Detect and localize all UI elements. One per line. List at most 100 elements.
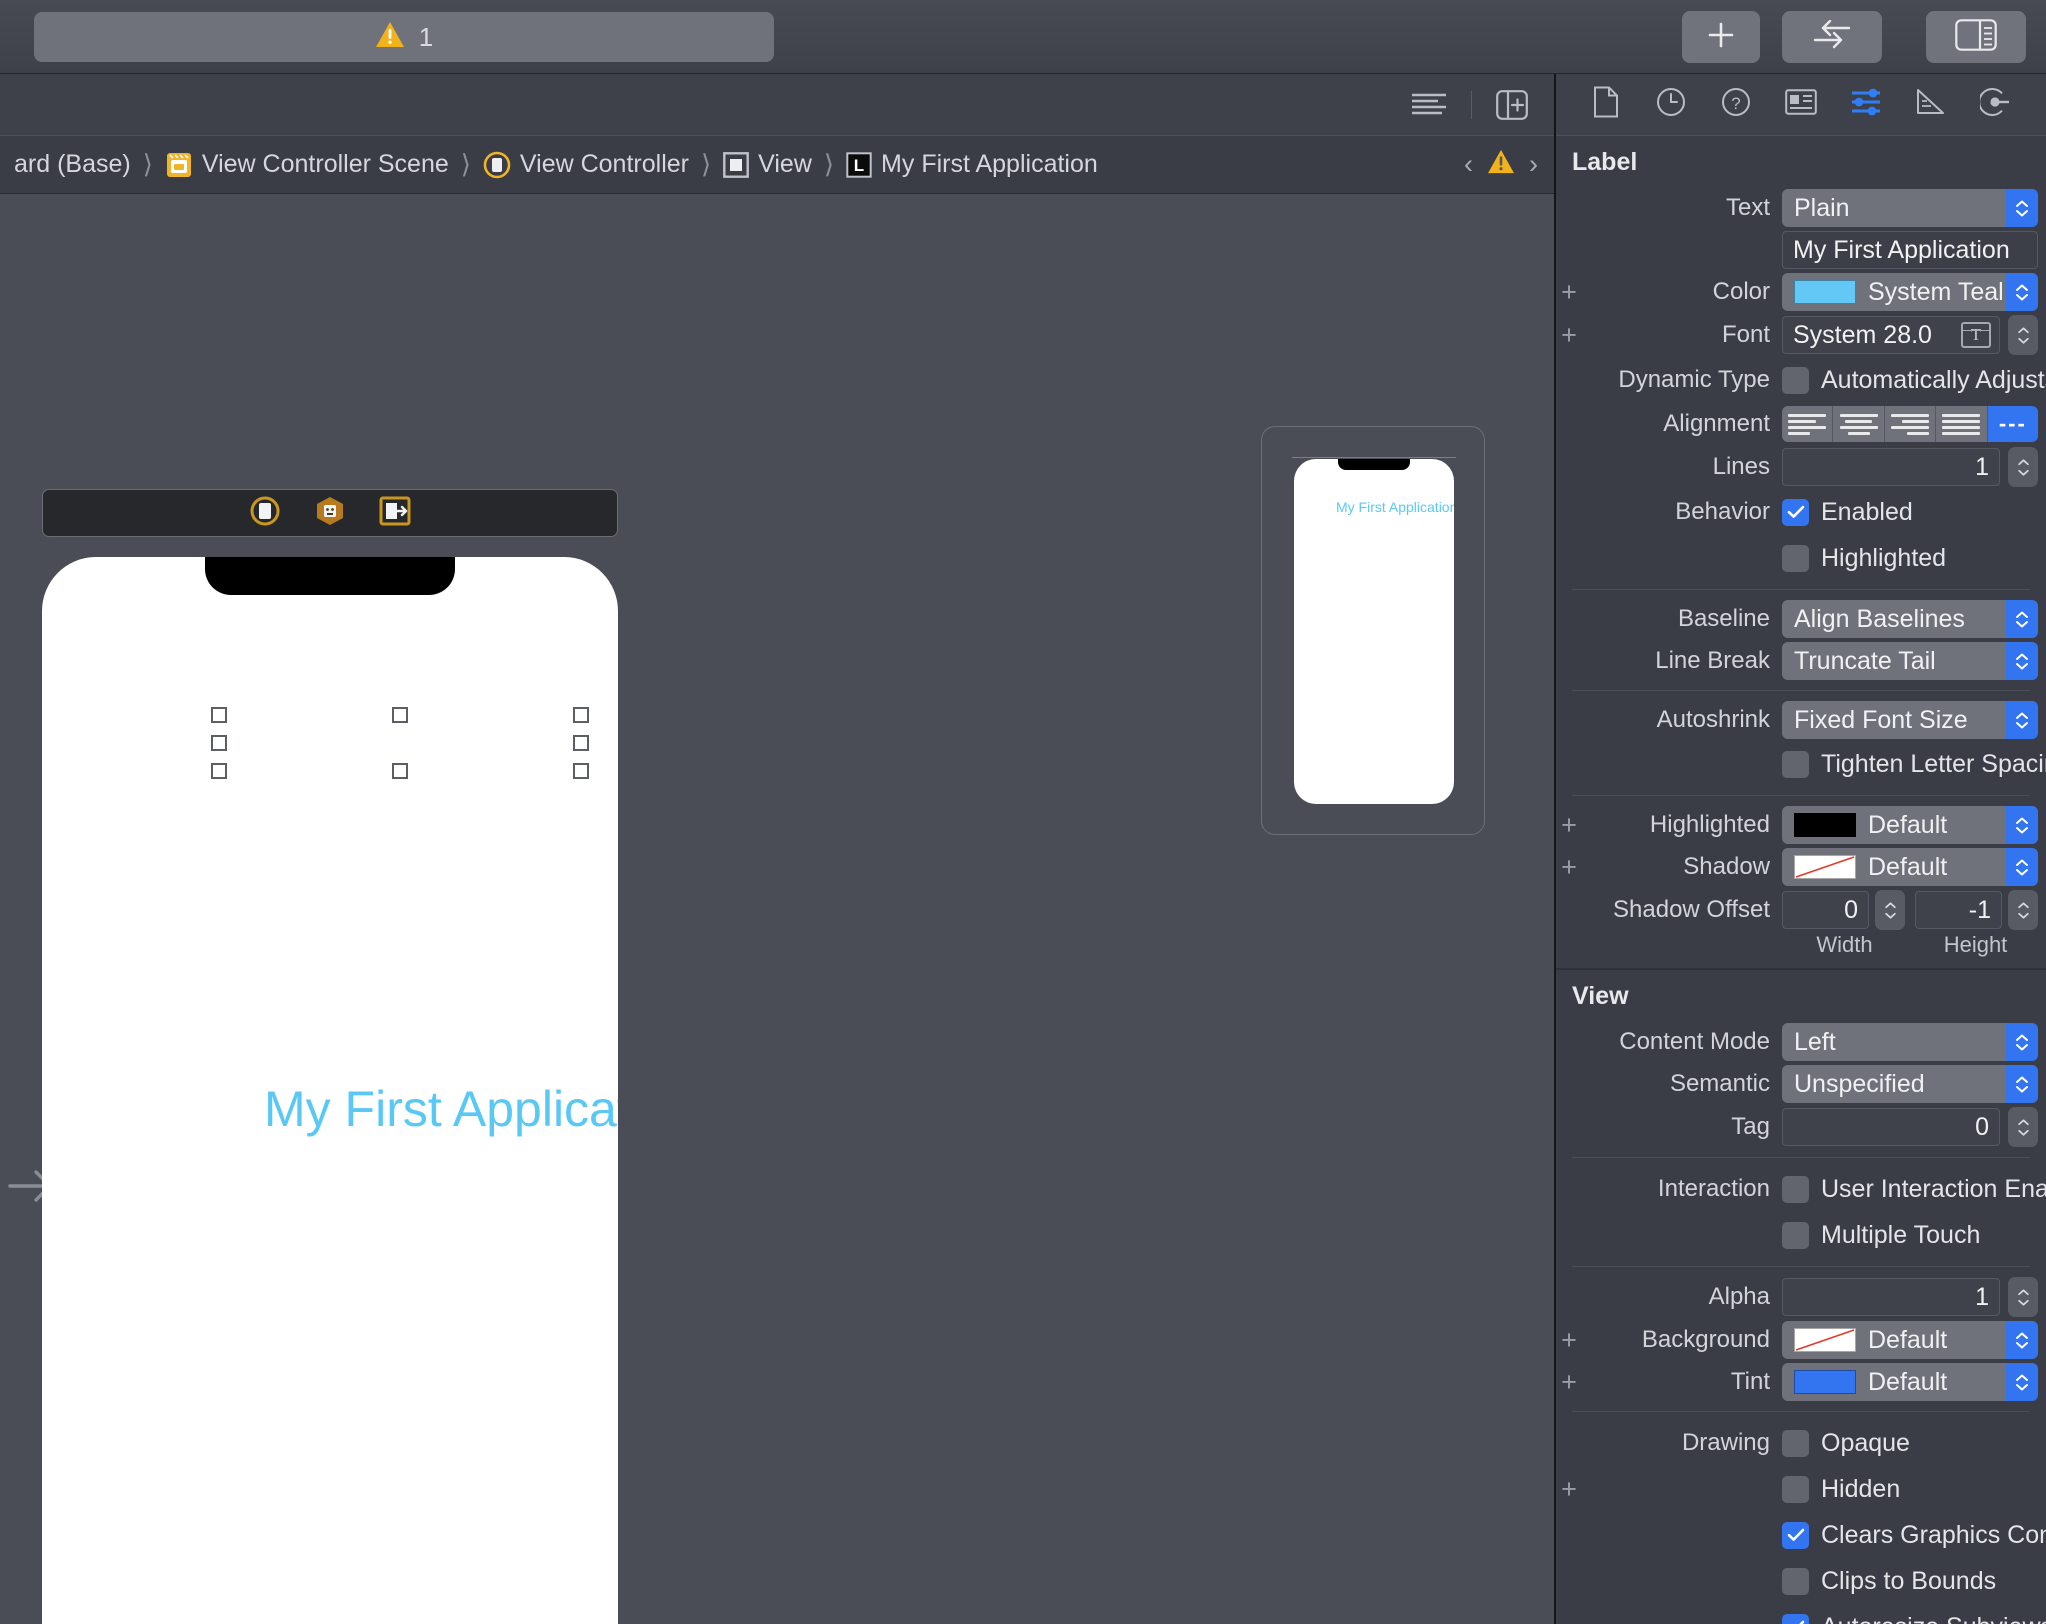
canvas-label[interactable]: My First Application (264, 1080, 618, 1138)
auto-adjust-font-row[interactable]: Automatically Adjusts Font (1782, 359, 2046, 401)
align-justify-button[interactable] (1936, 406, 1988, 442)
connections-inspector-tab[interactable] (1974, 84, 2016, 126)
hidden-checkbox[interactable] (1782, 1475, 1809, 1503)
tighten-checkbox[interactable] (1782, 750, 1809, 778)
font-field[interactable]: System 28.0 T (1782, 316, 2000, 354)
color-popup[interactable]: System Teal Color (1782, 273, 2038, 311)
adjust-editor-button[interactable] (1782, 11, 1882, 63)
add-button[interactable] (1682, 11, 1760, 63)
tag-stepper[interactable] (2008, 1107, 2038, 1147)
interface-builder-canvas[interactable]: My First Application My Fir (0, 194, 1554, 1624)
chevron-updown-icon[interactable] (2006, 273, 2038, 311)
align-right-button[interactable] (1884, 406, 1937, 442)
chevron-updown-icon[interactable] (2006, 1321, 2038, 1359)
highlighted-behavior-checkbox[interactable] (1782, 544, 1809, 572)
inspector-content[interactable]: Label + Text Plain (1556, 136, 2046, 1624)
font-picker-icon[interactable]: T (1961, 322, 1991, 348)
breadcrumb-next-button[interactable]: › (1529, 149, 1538, 180)
multiple-touch-row[interactable]: Multiple Touch (1782, 1214, 1980, 1256)
lines-field[interactable]: 1 (1782, 448, 2000, 486)
breadcrumb-item-scene[interactable]: View Controller Scene (165, 150, 449, 179)
add-editor-icon[interactable] (1496, 89, 1528, 120)
activity-view[interactable]: 1 (34, 12, 774, 62)
tag-field[interactable]: 0 (1782, 1108, 2000, 1146)
auto-adjust-font-checkbox[interactable] (1782, 366, 1809, 394)
opaque-checkbox[interactable] (1782, 1429, 1809, 1457)
align-center-button[interactable] (1833, 406, 1885, 442)
align-left-button[interactable] (1782, 406, 1834, 442)
breadcrumb-item-view[interactable]: View (723, 150, 812, 179)
chevron-updown-icon[interactable] (2006, 642, 2038, 680)
user-interaction-row[interactable]: User Interaction Enabled (1782, 1168, 2046, 1210)
breadcrumb-prev-button[interactable]: ‹ (1464, 149, 1473, 180)
highlighted-color-popup[interactable]: Default (1782, 806, 2038, 844)
handle-bottom-left[interactable] (211, 763, 227, 779)
user-interaction-checkbox[interactable] (1782, 1175, 1809, 1203)
document-items-icon[interactable] (1411, 92, 1447, 118)
semantic-popup[interactable]: Unspecified (1782, 1065, 2038, 1103)
handle-top-right[interactable] (573, 707, 589, 723)
alignment-segmented-control[interactable]: --- (1782, 406, 2038, 442)
breadcrumb-item-label[interactable]: L My First Application (846, 150, 1098, 179)
lines-stepper[interactable] (2008, 447, 2038, 487)
identity-inspector-tab[interactable] (1780, 84, 1822, 126)
add-shadow-variation-icon[interactable]: + (1556, 853, 1582, 881)
tint-popup[interactable]: Default (1782, 1363, 2038, 1401)
chevron-updown-icon[interactable] (2006, 189, 2038, 227)
chevron-updown-icon[interactable] (2006, 701, 2038, 739)
autoresize-subviews-row[interactable]: Autoresize Subviews (1782, 1606, 2046, 1624)
hidden-row[interactable]: Hidden (1782, 1468, 1900, 1510)
add-background-variation-icon[interactable]: + (1556, 1326, 1582, 1354)
tighten-row[interactable]: Tighten Letter Spacing (1782, 743, 2046, 785)
add-color-variation-icon[interactable]: + (1556, 278, 1582, 306)
content-mode-popup[interactable]: Left (1782, 1023, 2038, 1061)
text-style-popup[interactable]: Plain (1782, 189, 2038, 227)
highlighted-behavior-row[interactable]: Highlighted (1782, 537, 1946, 579)
breadcrumb-item-storyboard[interactable]: ard (Base) (14, 150, 131, 179)
add-tint-variation-icon[interactable]: + (1556, 1368, 1582, 1396)
handle-middle-left[interactable] (211, 735, 227, 751)
handle-middle-right[interactable] (573, 735, 589, 751)
add-hidden-variation-icon[interactable]: + (1556, 1475, 1582, 1503)
handle-bottom-right[interactable] (573, 763, 589, 779)
clips-to-bounds-row[interactable]: Clips to Bounds (1782, 1560, 1996, 1602)
clears-graphics-checkbox[interactable] (1782, 1521, 1809, 1549)
font-stepper[interactable] (2008, 315, 2038, 355)
handle-bottom-center[interactable] (392, 763, 408, 779)
toggle-inspector-button[interactable] (1926, 11, 2026, 63)
opaque-row[interactable]: Opaque (1782, 1422, 1910, 1464)
handle-top-center[interactable] (392, 707, 408, 723)
align-natural-button[interactable]: --- (1987, 406, 2038, 442)
line-break-popup[interactable]: Truncate Tail (1782, 642, 2038, 680)
multiple-touch-checkbox[interactable] (1782, 1221, 1809, 1249)
shadow-offset-width-stepper[interactable] (1875, 890, 1905, 930)
alpha-stepper[interactable] (2008, 1277, 2038, 1317)
shadow-offset-width-field[interactable]: 0 (1782, 891, 1869, 929)
enabled-checkbox[interactable] (1782, 498, 1809, 526)
chevron-updown-icon[interactable] (2006, 1363, 2038, 1401)
device-preview[interactable]: My First Application (1261, 426, 1485, 835)
add-font-variation-icon[interactable]: + (1556, 321, 1582, 349)
clips-to-bounds-checkbox[interactable] (1782, 1567, 1809, 1595)
chevron-updown-icon[interactable] (2006, 1023, 2038, 1061)
size-inspector-tab[interactable] (1910, 84, 1952, 126)
chevron-updown-icon[interactable] (2006, 600, 2038, 638)
file-inspector-tab[interactable] (1585, 84, 1627, 126)
exit-dock-icon[interactable] (379, 495, 411, 532)
chevron-updown-icon[interactable] (2006, 806, 2038, 844)
baseline-popup[interactable]: Align Baselines (1782, 600, 2038, 638)
shadow-popup[interactable]: Default (1782, 848, 2038, 886)
attributes-inspector-tab[interactable] (1845, 84, 1887, 126)
history-inspector-tab[interactable] (1650, 84, 1692, 126)
shadow-offset-height-field[interactable]: -1 (1915, 891, 2002, 929)
handle-top-left[interactable] (211, 707, 227, 723)
enabled-row[interactable]: Enabled (1782, 491, 1913, 533)
breadcrumb-item-view-controller[interactable]: View Controller (483, 150, 689, 179)
alpha-field[interactable]: 1 (1782, 1278, 2000, 1316)
add-highlighted-variation-icon[interactable]: + (1556, 811, 1582, 839)
quick-help-inspector-tab[interactable]: ? (1715, 84, 1757, 126)
shadow-offset-height-stepper[interactable] (2008, 890, 2038, 930)
autoshrink-popup[interactable]: Fixed Font Size (1782, 701, 2038, 739)
warning-triangle-icon[interactable] (1487, 149, 1515, 181)
view-controller-dock-icon[interactable] (249, 495, 281, 532)
